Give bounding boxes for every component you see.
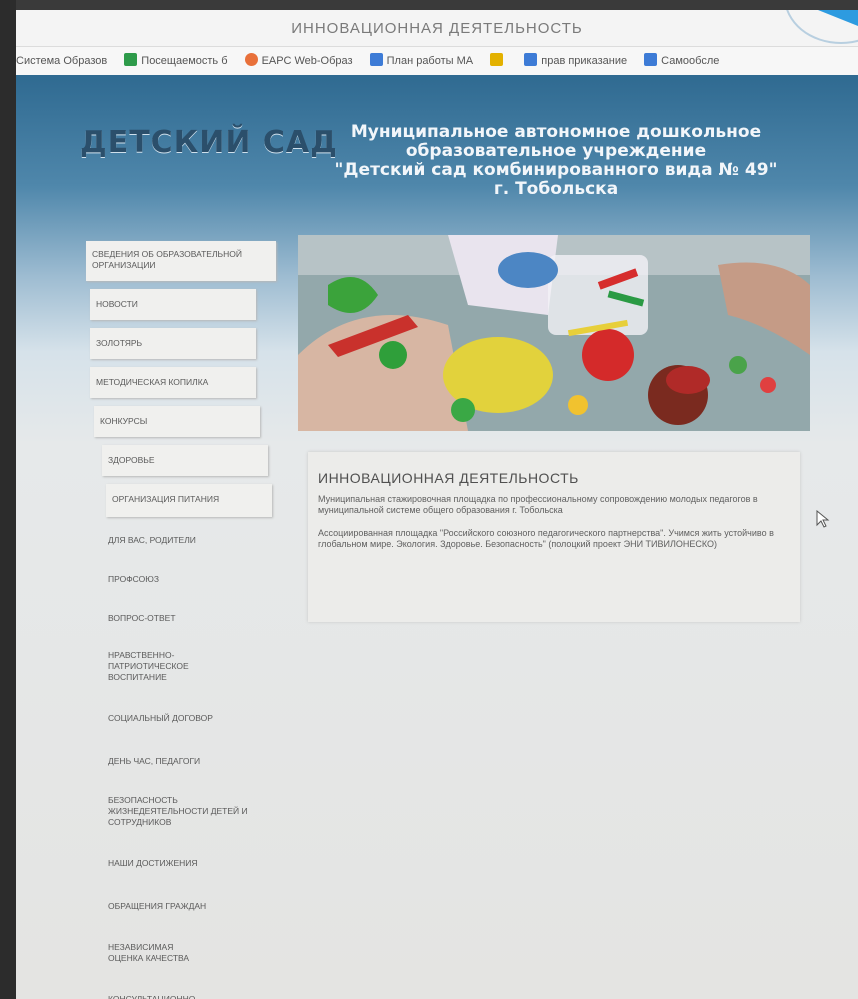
menu-item-patriotic[interactable]: НРАВСТВЕННО-ПАТРИОТИЧЕСКОЕ ВОСПИТАНИЕ (86, 642, 276, 691)
monitor-bezel-left (0, 0, 16, 999)
bookmark-label: Посещаемость б (141, 55, 228, 67)
bookmark-item[interactable]: прав приказание (524, 47, 627, 75)
menu-item-quality[interactable]: НЕЗАВИСИМАЯ ОЦЕНКА КАЧЕСТВА (86, 932, 276, 974)
banner-photo (298, 235, 810, 431)
blue-doc-icon (524, 53, 538, 66)
bookmark-label: прав приказание (541, 55, 628, 67)
bookmark-label: ЕАРС Web-Образ (261, 55, 353, 67)
organization-title: Муниципальное автономное дошкольное обра… (316, 123, 796, 199)
blue-doc-icon (369, 53, 383, 66)
menu-item-parents[interactable]: ДЛЯ ВАС, РОДИТЕЛИ (86, 525, 276, 556)
blue-doc-icon (644, 53, 658, 66)
menu-item-social[interactable]: СОЦИАЛЬНЫЙ ДОГОВОР (86, 699, 276, 736)
menu-item-appeals[interactable]: ОБРАЩЕНИЯ ГРАЖДАН (86, 889, 276, 924)
bookmark-item[interactable] (490, 47, 507, 75)
menu-item-about[interactable]: СВЕДЕНИЯ ОБ ОБРАЗОВАТЕЛЬНОЙ ОРГАНИЗАЦИИ (86, 241, 276, 281)
bookmark-item[interactable]: Система Образов (16, 47, 107, 75)
menu-item-union[interactable]: ПРОФСОЮЗ (86, 564, 276, 595)
content-paragraph: Ассоциированная площадка "Российского со… (318, 528, 774, 549)
yellow-u-icon (490, 53, 504, 66)
menu-item-consult[interactable]: КОНСУЛЬТАЦИОННО-МЕТОДИЧЕСКИЙ ПУНКТ (86, 982, 276, 999)
corner-accent-icon (818, 10, 858, 26)
website-page: ДЕТСКИЙ САД Муниципальное автономное дош… (16, 75, 858, 999)
orange-logo-icon (244, 53, 258, 66)
mouse-cursor-icon (816, 510, 830, 528)
content-paragraph: Муниципальная стажировочная площадка по … (318, 494, 758, 515)
bookmark-item[interactable]: План работы МА (369, 47, 474, 75)
menu-item-contests[interactable]: КОНКУРСЫ (94, 406, 260, 437)
content-title: ИННОВАЦИОННАЯ ДЕЯТЕЛЬНОСТЬ (318, 470, 579, 486)
bookmark-label: План работы МА (386, 55, 474, 67)
bookmarks-bar: Система Образов Посещаемость б ЕАРС Web-… (16, 47, 858, 76)
menu-item-news[interactable]: НОВОСТИ (90, 289, 256, 320)
bookmark-label: Система Образов (16, 55, 108, 67)
bookmark-label: Самообсле (661, 55, 720, 67)
green-square-icon (124, 53, 138, 66)
bookmark-item[interactable]: ЕАРС Web-Образ (244, 47, 353, 75)
org-line: "Детский сад комбинированного вида № 49" (334, 160, 778, 180)
monitor-bezel-top (0, 0, 858, 10)
org-line: образовательное учреждение (405, 141, 707, 161)
menu-item-nutrition[interactable]: ОРГАНИЗАЦИЯ ПИТАНИЯ (106, 484, 272, 517)
browser-title: ИННОВАЦИОННАЯ ДЕЯТЕЛЬНОСТЬ (16, 10, 858, 47)
menu-item-method[interactable]: МЕТОДИЧЕСКАЯ КОПИЛКА (90, 367, 256, 398)
menu-item-safety[interactable]: БЕЗОПАСНОСТЬ ЖИЗНЕДЕЯТЕЛЬНОСТИ ДЕТЕЙ И С… (86, 785, 276, 838)
kids-toys-photo (298, 235, 810, 431)
org-line: Муниципальное автономное дошкольное (350, 122, 762, 142)
site-logo[interactable]: ДЕТСКИЙ САД (80, 125, 338, 160)
menu-item-teachers[interactable]: ДЕНЬ ЧАС, ПЕДАГОГИ (86, 744, 276, 777)
bookmark-item[interactable]: Посещаемость б (124, 47, 228, 75)
menu-item-achievements[interactable]: НАШИ ДОСТИЖЕНИЯ (86, 846, 276, 881)
sidebar-menu: СВЕДЕНИЯ ОБ ОБРАЗОВАТЕЛЬНОЙ ОРГАНИЗАЦИИ … (86, 241, 276, 999)
org-line: г. Тобольска (493, 179, 619, 199)
browser-window: ИННОВАЦИОННАЯ ДЕЯТЕЛЬНОСТЬ Система Образ… (16, 10, 858, 999)
content-panel: ИННОВАЦИОННАЯ ДЕЯТЕЛЬНОСТЬ Муниципальная… (308, 452, 800, 622)
menu-item-gallery[interactable]: ЗОЛОТЯРЬ (90, 328, 256, 359)
menu-item-faq[interactable]: ВОПРОС-ОТВЕТ (86, 603, 276, 634)
bookmark-item[interactable]: Самообсле (644, 47, 719, 75)
menu-item-health[interactable]: ЗДОРОВЬЕ (102, 445, 268, 476)
